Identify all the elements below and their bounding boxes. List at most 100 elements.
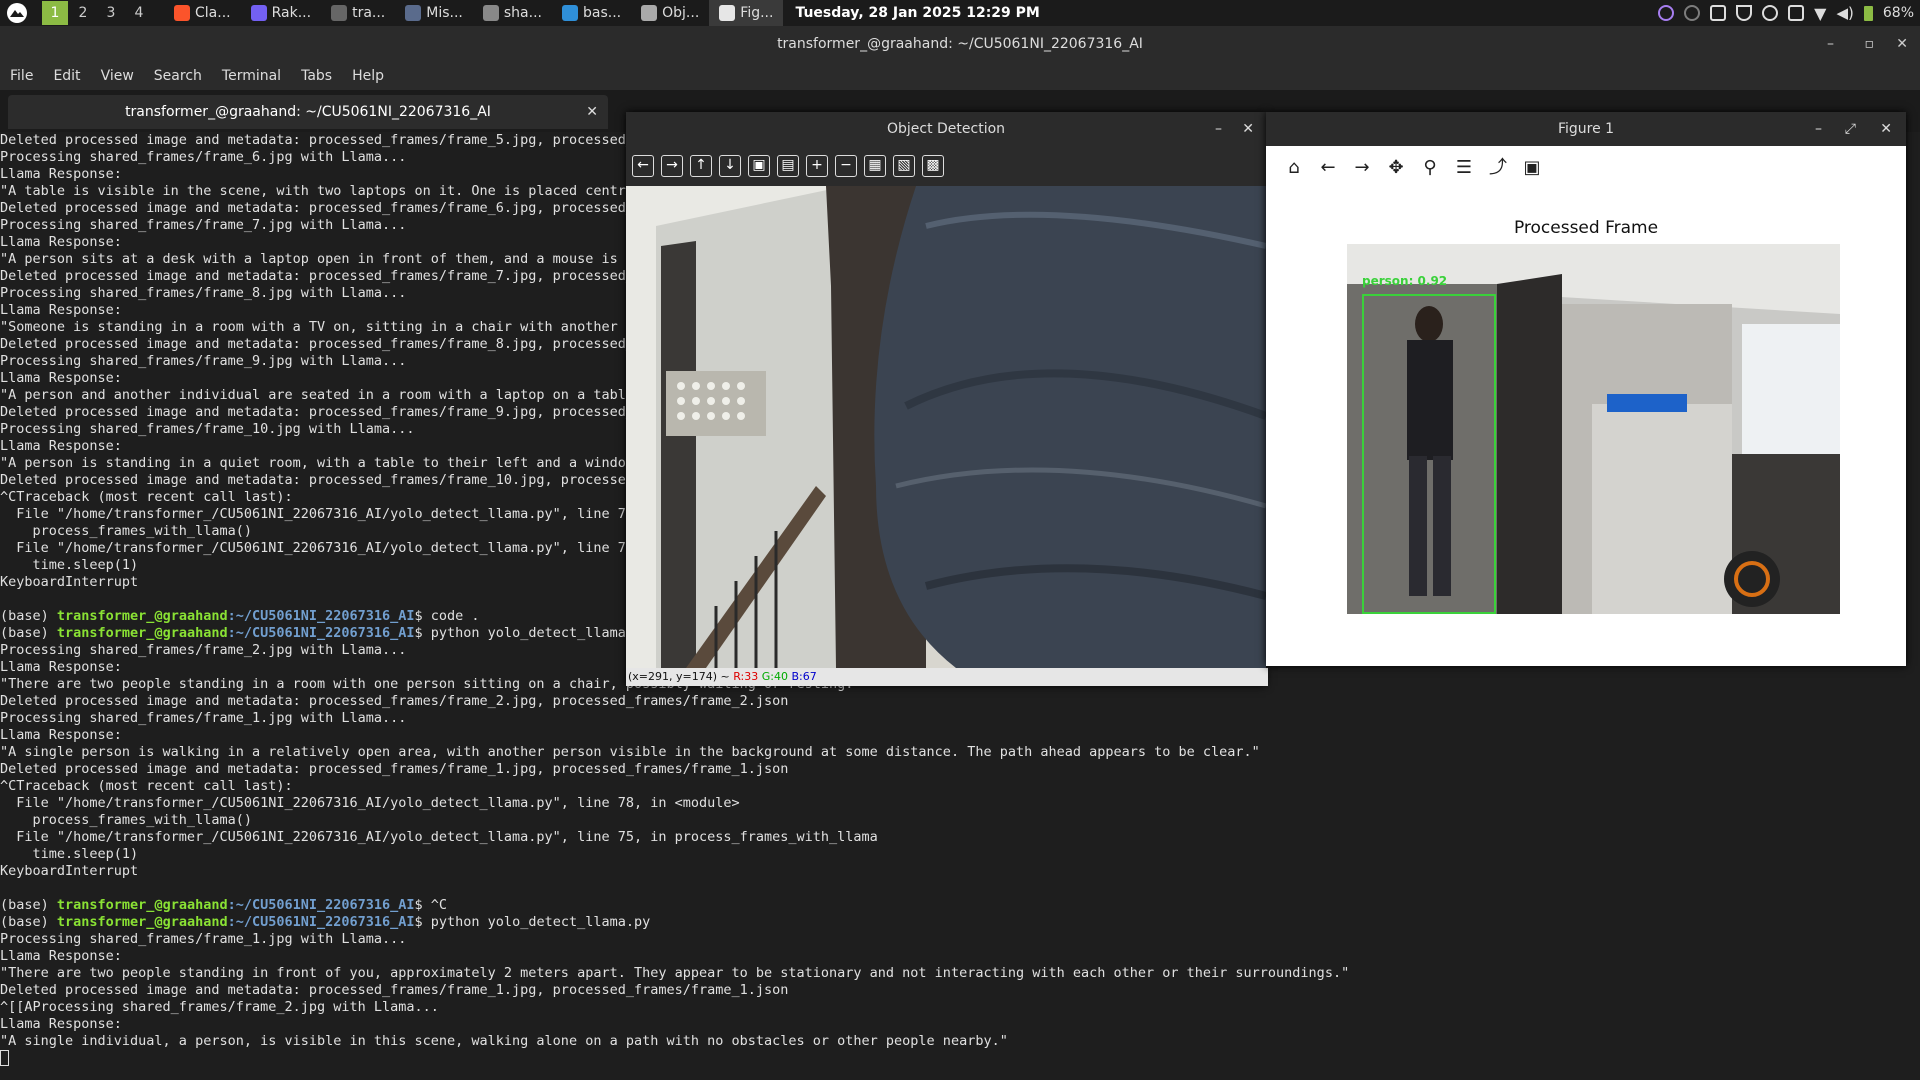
properties-icon[interactable]: ▩ xyxy=(922,155,944,177)
display-icon[interactable] xyxy=(1788,5,1805,21)
prompt-env: (base) xyxy=(0,608,57,624)
menu-view[interactable]: View xyxy=(91,68,144,84)
pixel-r: R:33 xyxy=(733,670,759,683)
prompt-user: transformer_@graahand xyxy=(56,608,228,624)
bluetooth-icon[interactable] xyxy=(1684,5,1701,21)
close-button[interactable]: ✕ xyxy=(1880,112,1892,146)
image-icon xyxy=(405,5,422,21)
save-image-icon[interactable]: ▦ xyxy=(864,155,886,177)
pan-icon[interactable]: ✥ xyxy=(1384,156,1408,180)
terminal-titlebar: transformer_@graahand: ~/CU5061NI_220673… xyxy=(0,26,1920,62)
pixel-b: B:67 xyxy=(791,670,817,683)
prompt-user: transformer_@graahand xyxy=(56,897,228,913)
terminal-line: "A single person is walking in a relativ… xyxy=(0,744,1260,760)
terminal-line: "There are two people standing in front … xyxy=(0,965,1350,981)
menu-edit[interactable]: Edit xyxy=(43,68,90,84)
save-icon[interactable]: ▣ xyxy=(1520,156,1544,180)
menu-terminal[interactable]: Terminal xyxy=(212,68,291,84)
menu-logo-icon[interactable] xyxy=(0,0,34,26)
camera-frame-image[interactable] xyxy=(626,186,1266,668)
app-tray-icon[interactable] xyxy=(1658,5,1675,21)
terminal-line: process_frames_with_llama() xyxy=(0,812,252,828)
command-text: $ python yolo_detect_llama. xyxy=(414,625,634,641)
workspace-2[interactable]: 2 xyxy=(70,1,96,25)
home-icon[interactable]: ⌂ xyxy=(1282,156,1306,180)
taskbar-item[interactable]: bas... xyxy=(552,0,631,26)
clock[interactable]: Tuesday, 28 Jan 2025 12:29 PM xyxy=(795,5,1039,21)
maximize-button[interactable]: ⤢ xyxy=(1845,112,1856,146)
taskbar-item-label: Cla... xyxy=(195,5,231,21)
wifi-icon[interactable]: ▼ xyxy=(1814,4,1826,23)
terminal-line: Llama Response: xyxy=(0,727,122,743)
workspace-1[interactable]: 1 xyxy=(42,1,68,25)
terminal-line: Llama Response: xyxy=(0,948,122,964)
tab-close-icon[interactable]: ✕ xyxy=(586,95,598,129)
minimize-button[interactable]: – xyxy=(1215,112,1222,146)
minimize-button[interactable]: – xyxy=(1827,26,1834,62)
prompt-env: (base) xyxy=(0,897,57,913)
menu-help[interactable]: Help xyxy=(342,68,394,84)
zoom-out-icon[interactable]: − xyxy=(835,155,857,177)
nvidia-icon[interactable] xyxy=(1762,5,1779,21)
taskbar-item-label: Mis... xyxy=(426,5,463,21)
taskbar-item-label: bas... xyxy=(583,5,622,21)
terminal-line: Deleted processed image and metadata: pr… xyxy=(0,982,789,998)
terminal-line: "A single individual, a person, is visib… xyxy=(0,1033,1008,1049)
arrow-up-icon[interactable]: ↑ xyxy=(690,155,712,177)
terminal-line: ^[[AProcessing shared_frames/frame_2.jpg… xyxy=(0,999,439,1015)
taskbar-item[interactable]: Cla... xyxy=(164,0,241,26)
zoom-in-icon[interactable]: + xyxy=(806,155,828,177)
taskbar-item[interactable]: Obj... xyxy=(631,0,709,26)
vscode-icon xyxy=(562,5,578,21)
configure-subplots-icon[interactable]: ☰ xyxy=(1452,156,1476,180)
zoom-original-icon[interactable]: ▤ xyxy=(777,155,799,177)
processed-frame-image[interactable]: person: 0.92 xyxy=(1347,244,1840,614)
taskbar-item[interactable]: Fig... xyxy=(709,0,784,26)
battery-icon[interactable] xyxy=(1863,5,1873,21)
zoom-icon[interactable]: ⚲ xyxy=(1418,156,1442,180)
arrow-right-icon[interactable]: → xyxy=(661,155,683,177)
terminal-line: KeyboardInterrupt xyxy=(0,863,139,879)
object-detection-window: Object Detection – ✕ ← → ↑ ↓ ▣ ▤ + − ▦ ▧ ▩ xyxy=(626,112,1268,686)
tab-title: transformer_@graahand: ~/CU5061NI_220673… xyxy=(125,104,491,120)
taskbar-item-label: Fig... xyxy=(740,5,774,21)
zoom-fit-icon[interactable]: ▣ xyxy=(748,155,770,177)
menu-file[interactable]: File xyxy=(0,68,43,84)
taskbar-item[interactable]: sha... xyxy=(473,0,552,26)
taskbar-item[interactable]: Rak... xyxy=(241,0,321,26)
forward-icon[interactable]: → xyxy=(1350,156,1374,180)
clipboard-icon[interactable] xyxy=(1710,5,1727,21)
arrow-down-icon[interactable]: ↓ xyxy=(719,155,741,177)
terminal-line: File "/home/transformer_/CU5061NI_220673… xyxy=(0,795,740,811)
arrow-left-icon[interactable]: ← xyxy=(632,155,654,177)
taskbar-item[interactable]: tra... xyxy=(321,0,395,26)
shield-icon[interactable] xyxy=(1736,5,1753,21)
minimize-button[interactable]: – xyxy=(1815,112,1822,146)
top-panel: 1234 Cla... Rak... tra... Mis... sha... bas..… xyxy=(0,0,1920,26)
close-button[interactable]: ✕ xyxy=(1896,26,1908,62)
command-text: $ code . xyxy=(414,608,480,624)
prompt-user: transformer_@graahand xyxy=(56,625,228,641)
copy-icon[interactable]: ▧ xyxy=(893,155,915,177)
terminal-line: File "/home/transformer_/CU5061NI_220673… xyxy=(0,829,878,845)
taskbar-item[interactable]: Mis... xyxy=(395,0,473,26)
workspace-4[interactable]: 4 xyxy=(126,1,152,25)
terminal-menubar: File Edit View Search Terminal Tabs Help xyxy=(0,62,1920,90)
terminal-tab[interactable]: transformer_@graahand: ~/CU5061NI_220673… xyxy=(8,95,608,129)
menu-tabs[interactable]: Tabs xyxy=(291,68,342,84)
window-title: Figure 1 xyxy=(1557,121,1615,137)
window-titlebar: Object Detection – ✕ xyxy=(626,112,1266,146)
close-button[interactable]: ✕ xyxy=(1242,112,1254,146)
edit-axis-icon[interactable]: ⤴ xyxy=(1486,156,1510,180)
back-icon[interactable]: ← xyxy=(1316,156,1340,180)
menu-search[interactable]: Search xyxy=(144,68,212,84)
system-tray: ▼ ◀) 68% xyxy=(1658,0,1920,26)
viber-icon xyxy=(250,5,267,21)
volume-icon[interactable]: ◀) xyxy=(1836,4,1853,22)
prompt-path: :~/CU5061NI_22067316_AI xyxy=(227,897,415,913)
command-text: $ ^C xyxy=(414,897,448,913)
maximize-button[interactable]: ▫ xyxy=(1865,26,1875,62)
workspace-3[interactable]: 3 xyxy=(98,1,124,25)
terminal-line: (base) transformer_@graahand:~/CU5061NI_… xyxy=(0,897,1920,914)
